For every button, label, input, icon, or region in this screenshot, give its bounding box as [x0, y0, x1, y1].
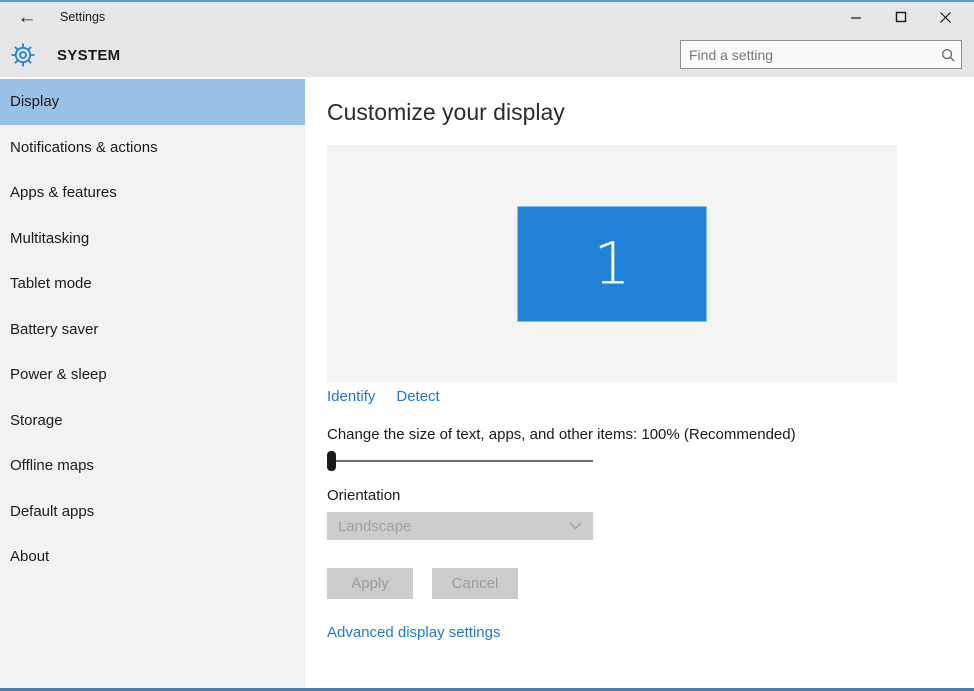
maximize-button[interactable]	[878, 2, 923, 32]
sidebar-item-label: Power & sleep	[10, 366, 107, 383]
monitor-number: 1	[594, 230, 631, 298]
sidebar-item-label: Battery saver	[10, 321, 98, 338]
minimize-button[interactable]	[833, 2, 878, 32]
sidebar-item-default-apps[interactable]: Default apps	[0, 489, 305, 535]
window-title: Settings	[60, 10, 105, 24]
sidebar-item-offline-maps[interactable]: Offline maps	[0, 443, 305, 489]
sidebar-item-notifications-actions[interactable]: Notifications & actions	[0, 125, 305, 171]
gear-icon	[11, 43, 35, 67]
scale-slider-label: Change the size of text, apps, and other…	[327, 426, 796, 443]
detect-link[interactable]: Detect	[396, 388, 439, 405]
slider-track[interactable]	[327, 460, 593, 462]
chevron-down-icon	[569, 522, 582, 530]
display-preview-panel: 1	[327, 145, 897, 382]
search-box	[680, 40, 962, 69]
minimize-icon	[850, 11, 862, 23]
sidebar-item-storage[interactable]: Storage	[0, 398, 305, 444]
display-action-links: Identify Detect	[327, 388, 440, 405]
sidebar: Display Notifications & actions Apps & f…	[0, 79, 305, 688]
sidebar-item-label: Notifications & actions	[10, 139, 158, 156]
slider-thumb[interactable]	[327, 451, 336, 471]
orientation-dropdown[interactable]: Landscape	[327, 512, 593, 540]
close-button[interactable]	[923, 2, 968, 32]
maximize-icon	[895, 11, 907, 23]
sidebar-item-label: Default apps	[10, 503, 94, 520]
orientation-value: Landscape	[338, 518, 569, 535]
apply-cancel-row: Apply Cancel	[327, 568, 518, 599]
window-controls	[833, 2, 968, 32]
orientation-label: Orientation	[327, 487, 400, 504]
sidebar-item-power-sleep[interactable]: Power & sleep	[0, 352, 305, 398]
sidebar-item-label: Tablet mode	[10, 275, 92, 292]
apply-button[interactable]: Apply	[327, 568, 413, 599]
search-icon[interactable]	[935, 47, 961, 63]
close-icon	[939, 11, 952, 24]
identify-link[interactable]: Identify	[327, 388, 375, 405]
scale-slider[interactable]	[327, 451, 593, 471]
settings-window: ← Settings SYSTEM	[0, 0, 974, 691]
sidebar-item-label: Display	[10, 93, 59, 110]
sidebar-item-tablet-mode[interactable]: Tablet mode	[0, 261, 305, 307]
main-content: Customize your display 1 Identify Detect…	[305, 79, 974, 688]
sidebar-item-label: Multitasking	[10, 230, 89, 247]
sidebar-item-about[interactable]: About	[0, 534, 305, 580]
monitor-1[interactable]: 1	[518, 206, 707, 321]
cancel-button[interactable]: Cancel	[432, 568, 518, 599]
sidebar-item-multitasking[interactable]: Multitasking	[0, 216, 305, 262]
sidebar-item-label: Offline maps	[10, 457, 94, 474]
search-input[interactable]	[681, 47, 935, 63]
sidebar-item-apps-features[interactable]: Apps & features	[0, 170, 305, 216]
sidebar-item-label: About	[10, 548, 49, 565]
sidebar-item-display[interactable]: Display	[0, 79, 305, 125]
sidebar-item-battery-saver[interactable]: Battery saver	[0, 307, 305, 353]
advanced-display-settings-link[interactable]: Advanced display settings	[327, 624, 500, 641]
page-section-title: SYSTEM	[57, 47, 120, 64]
back-button[interactable]: ←	[13, 5, 41, 31]
page-title: Customize your display	[327, 99, 565, 126]
sidebar-item-label: Apps & features	[10, 184, 117, 201]
sidebar-item-label: Storage	[10, 412, 63, 429]
